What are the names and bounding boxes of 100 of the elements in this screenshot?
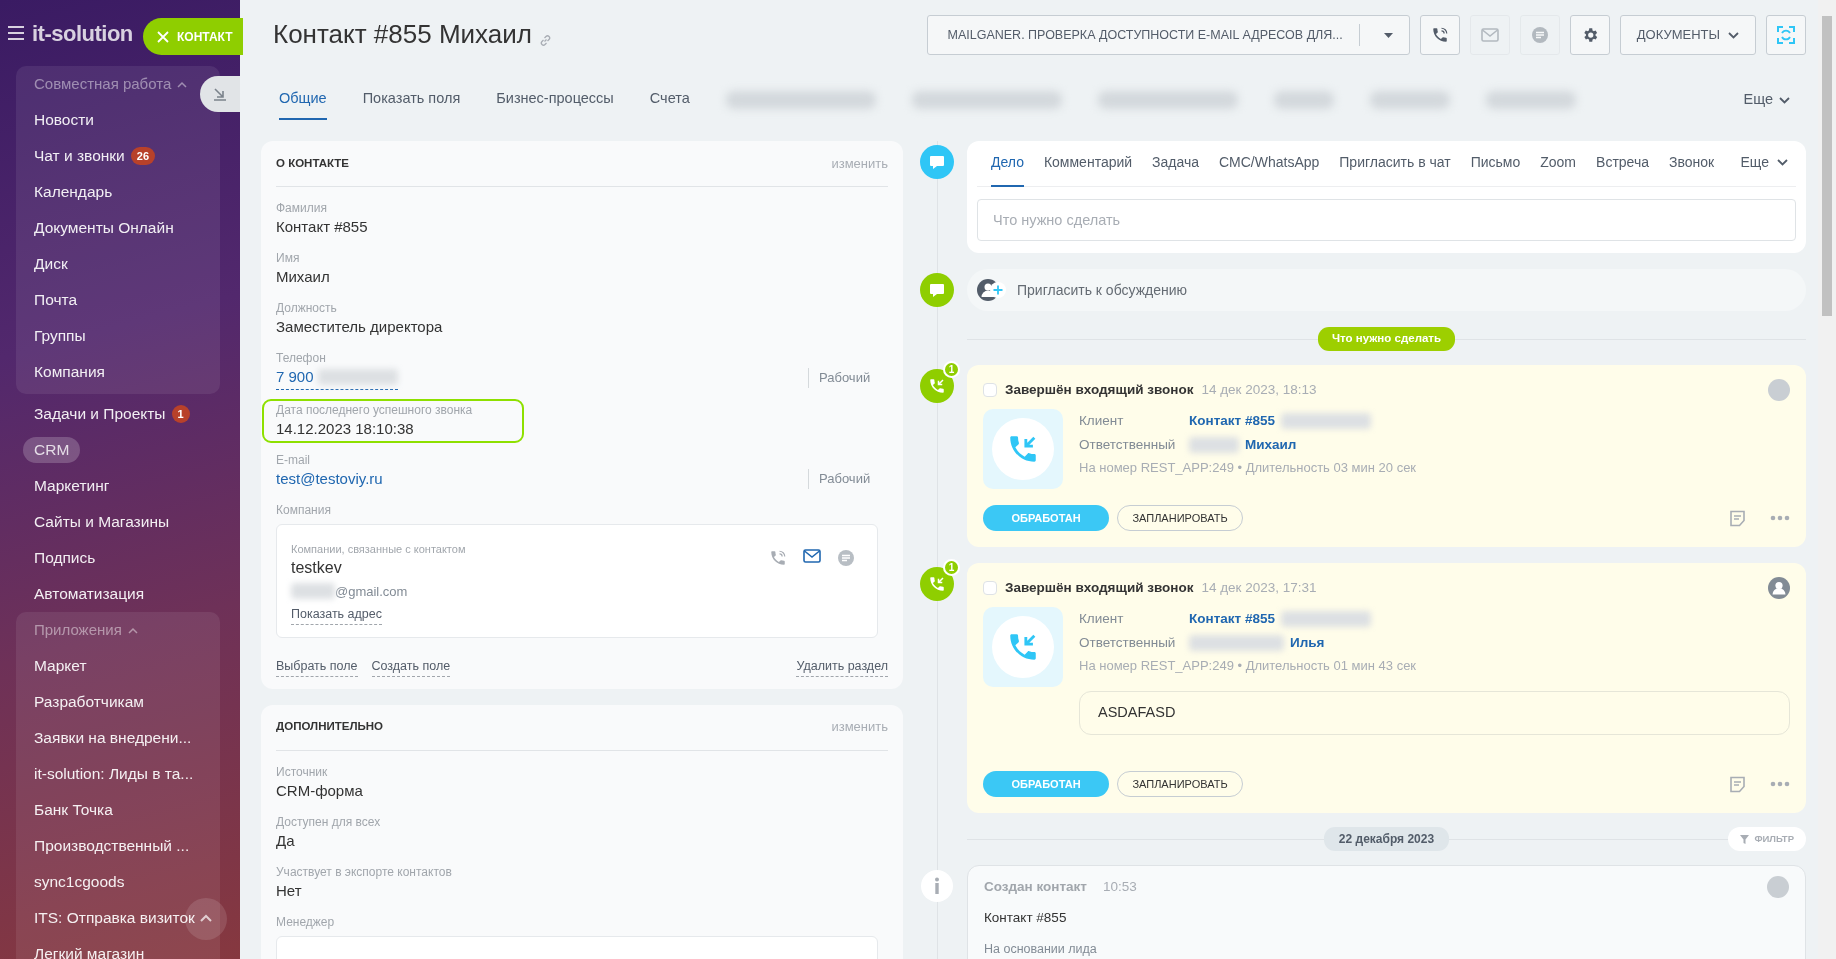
date-label: 22 декабря 2023 — [1323, 827, 1450, 851]
note-button[interactable] — [1729, 509, 1746, 527]
sidebar-item[interactable]: Маркет — [16, 648, 220, 684]
composer-tab[interactable]: Zoom — [1540, 140, 1577, 187]
chat-icon — [1530, 26, 1549, 44]
footer-link[interactable]: Выбрать поле — [276, 656, 358, 677]
add-person-icon — [977, 278, 1007, 302]
phone-link[interactable]: 7 900 — [276, 366, 314, 389]
field-label: Клиент — [1079, 610, 1125, 628]
sidebar-item[interactable]: CRM — [23, 437, 81, 463]
field-label: Клиент — [1079, 412, 1125, 430]
more-tabs-button[interactable]: Еще — [1740, 140, 1788, 187]
field-label: Ответственный — [1079, 436, 1177, 455]
phone-icon[interactable] — [769, 549, 787, 567]
email-link[interactable]: test@testoviy.ru — [276, 467, 383, 490]
composer-tab[interactable]: Встреча — [1596, 140, 1649, 187]
sidebar-item[interactable]: sync1cgoods — [16, 864, 220, 900]
checkbox[interactable] — [983, 581, 997, 595]
more-tabs-button[interactable]: Еще — [1737, 88, 1796, 112]
more-button[interactable] — [1770, 781, 1790, 787]
composer-tab[interactable]: Звонок — [1669, 140, 1715, 187]
sidebar-item[interactable]: Новости — [16, 102, 220, 138]
history-title: Создан контакт — [984, 877, 1087, 896]
chat-icon[interactable] — [837, 549, 855, 567]
sidebar-item[interactable]: Документы Онлайн — [16, 210, 220, 246]
delete-section-link[interactable]: Удалить раздел — [796, 656, 888, 677]
menu-button[interactable] — [8, 26, 24, 40]
counter-badge: 26 — [130, 147, 156, 165]
composer-tab[interactable]: Пригласить в чат — [1339, 140, 1451, 187]
call-button[interactable] — [1419, 15, 1460, 55]
sidebar-item-label: Задачи и Проекты — [34, 404, 166, 425]
menu-group-header[interactable]: Совместная работа — [16, 66, 188, 102]
client-link[interactable]: Контакт #855 — [1189, 609, 1275, 630]
mail-icon[interactable] — [803, 549, 821, 563]
tab[interactable]: Показать поля — [362, 80, 461, 120]
app-button[interactable]: MAILGANER. ПРОВЕРКА ДОСТУПНОСТИ E-MAIL АДРЕСОВ ДЛЯ... — [926, 15, 1410, 55]
composer-tab[interactable]: Дело — [991, 140, 1024, 187]
tab[interactable]: Бизнес-процессы — [496, 80, 614, 120]
sidebar-item[interactable]: Заявки на внедрени... — [16, 720, 220, 756]
chevron-down-icon — [1779, 96, 1790, 104]
call-details: На номер REST_APP:249 • Длительность 03 мин 20 сек — [1079, 458, 1417, 477]
field-label: Участвует в экспорте контактов — [276, 863, 453, 880]
collapse-button[interactable] — [200, 76, 240, 112]
more-button[interactable] — [1770, 515, 1790, 521]
phone-icon — [1430, 26, 1449, 44]
sidebar-item[interactable]: Маркетинг — [16, 468, 220, 504]
chevron-down-icon — [1728, 31, 1739, 39]
sidebar-item[interactable]: Разработчикам — [16, 684, 220, 720]
sidebar-item[interactable]: Чат и звонки 26 — [16, 138, 220, 174]
documents-button[interactable]: ДОКУМЕНТЫ — [1619, 15, 1756, 55]
client-link[interactable]: Контакт #855 — [1189, 411, 1275, 432]
responsible-link[interactable]: Михаил — [1245, 435, 1297, 456]
responsible-link[interactable]: Илья — [1290, 633, 1325, 654]
invite-button[interactable]: Пригласить к обсуждению — [967, 269, 1806, 311]
sidebar-item[interactable]: Банк Точка — [16, 792, 220, 828]
company-caption: Компании, связанные с контактом — [291, 542, 467, 557]
sidebar-item-label: Чат и звонки — [34, 146, 125, 167]
footer-link[interactable]: Создать поле — [371, 656, 451, 677]
sidebar-item[interactable]: Компания — [16, 354, 220, 390]
sidebar-item[interactable]: Подпись — [16, 540, 220, 576]
sidebar-item[interactable]: Диск — [16, 246, 220, 282]
composer-tab[interactable]: Задача — [1152, 140, 1200, 187]
composer-tab[interactable]: СМС/WhatsApp — [1219, 140, 1320, 187]
collapse-arrow-icon — [213, 87, 227, 101]
field-value: Да — [276, 830, 296, 851]
counter-badge: 1 — [943, 361, 960, 378]
sidebar-item[interactable]: it-solution: Лиды в та... — [16, 756, 220, 792]
sidebar-item[interactable]: Автоматизация — [16, 576, 220, 612]
section-title: О КОНТАКТЕ — [276, 155, 349, 171]
composer-tab[interactable]: Комментарий — [1043, 140, 1133, 187]
sidebar-item[interactable]: Календарь — [16, 174, 220, 210]
show-address-link[interactable]: Показать адрес — [291, 605, 382, 625]
sidebar-item[interactable]: Группы — [16, 318, 220, 354]
composer-tab[interactable]: Письмо — [1470, 140, 1521, 187]
checkbox[interactable] — [983, 383, 997, 397]
section-label: Что нужно сделать — [1317, 327, 1456, 351]
comment-box: ASDAFASD — [1079, 691, 1790, 735]
note-icon — [1729, 775, 1746, 793]
sidebar-item[interactable]: Легкий магазин — [16, 936, 220, 959]
sidebar-item[interactable]: Почта — [16, 282, 220, 318]
note-icon — [1729, 509, 1746, 527]
sidebar-item[interactable]: Задачи и Проекты 1 — [16, 396, 220, 432]
task-input-field[interactable]: Что нужно сделать — [977, 199, 1796, 241]
tab[interactable]: Общие — [279, 80, 327, 120]
mail-icon — [1480, 28, 1499, 42]
field-label: Доступен для всех — [276, 813, 382, 830]
counter-badge: 1 — [171, 405, 190, 423]
caret-icon — [1383, 32, 1393, 38]
logo-text: it-solution — [32, 19, 133, 48]
sidebar-item[interactable]: Сайты и Магазины — [16, 504, 220, 540]
tab[interactable]: Счета — [649, 80, 690, 120]
input-field[interactable] — [276, 935, 878, 959]
note-button[interactable] — [1729, 775, 1746, 793]
settings-button[interactable] — [1569, 15, 1610, 55]
field-value: CRM-форма — [276, 780, 364, 801]
counter-badge: 1 — [943, 559, 960, 576]
sidebar-item[interactable]: Производственный ... — [16, 828, 220, 864]
sync-button[interactable] — [1766, 15, 1806, 55]
more-icon — [1770, 781, 1790, 787]
sidebar-item[interactable]: ITS: Отправка визиток — [16, 900, 220, 936]
